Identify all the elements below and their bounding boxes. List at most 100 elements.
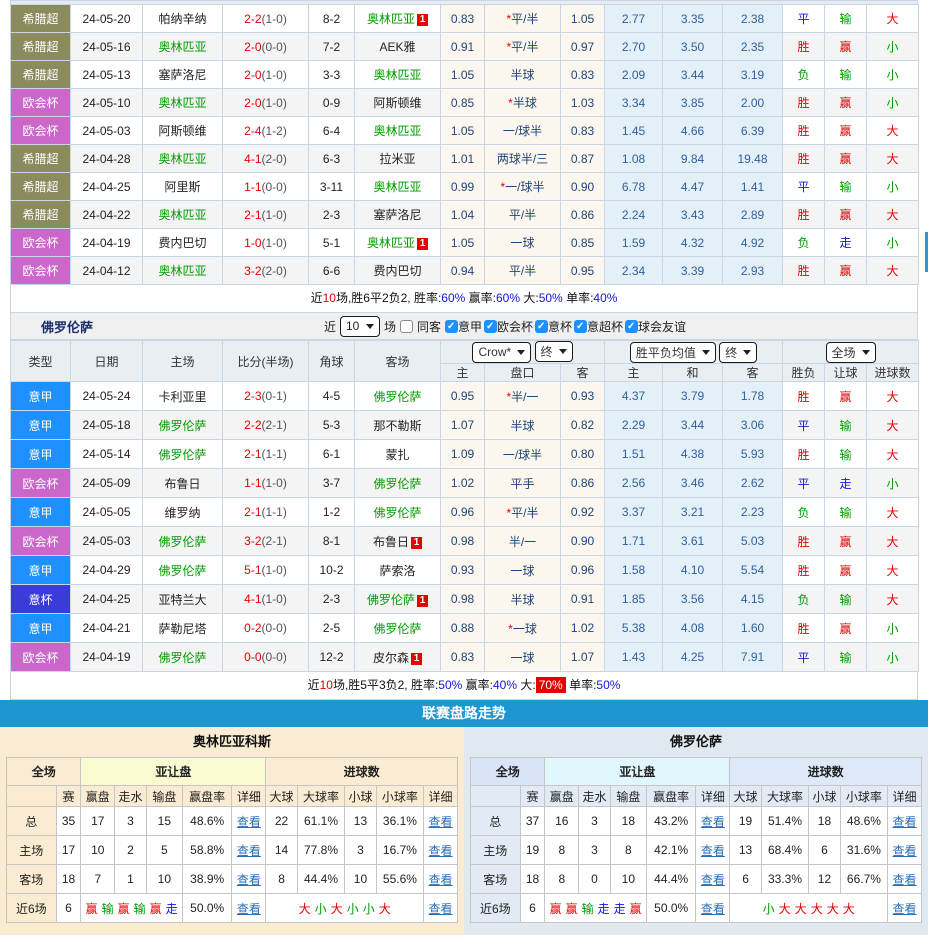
over-rate: 51.4% bbox=[760, 806, 810, 836]
team-name-link[interactable]: 阿斯顿维 bbox=[158, 124, 206, 138]
team-name-link[interactable]: 费内巴切 bbox=[158, 236, 206, 250]
team-name-link[interactable]: 奥林匹亚 bbox=[367, 12, 415, 26]
match-result-cell: 胜 bbox=[782, 381, 826, 411]
odds-time-select[interactable]: 终 bbox=[534, 341, 573, 363]
detail-cell: 查看 bbox=[423, 864, 458, 894]
team-name-link[interactable]: 皮尔森 bbox=[373, 651, 409, 665]
detail-link[interactable]: 查看 bbox=[893, 902, 917, 916]
team-name-link[interactable]: 奥林匹亚 bbox=[367, 236, 415, 250]
team-name-link[interactable]: 奥林匹亚 bbox=[373, 124, 421, 138]
team-name-link[interactable]: 布鲁日 bbox=[373, 535, 409, 549]
detail-link[interactable]: 查看 bbox=[893, 815, 917, 829]
league-badge[interactable]: 欧会杯 bbox=[10, 526, 71, 556]
league-badge[interactable]: 欧会杯 bbox=[10, 642, 71, 672]
team-name-link[interactable]: 佛罗伦萨 bbox=[158, 535, 206, 549]
euro-draw-odds: 3.50 bbox=[662, 32, 723, 61]
half-score: (1-1) bbox=[261, 447, 287, 461]
scope-select[interactable]: 全场 bbox=[825, 341, 876, 363]
under-count: 18 bbox=[808, 806, 841, 836]
league-badge[interactable]: 希腊超 bbox=[10, 172, 71, 201]
detail-link[interactable]: 查看 bbox=[237, 815, 261, 829]
team-name-link[interactable]: 蒙扎 bbox=[385, 448, 409, 462]
team-name-link[interactable]: 塞萨洛尼 bbox=[373, 208, 421, 222]
league-badge[interactable]: 意甲 bbox=[10, 381, 71, 411]
league-checkbox[interactable] bbox=[535, 319, 549, 333]
league-badge[interactable]: 意杯 bbox=[10, 584, 71, 614]
league-badge[interactable]: 欧会杯 bbox=[10, 256, 71, 285]
league-badge[interactable]: 欧会杯 bbox=[10, 88, 71, 117]
detail-link[interactable]: 查看 bbox=[429, 873, 453, 887]
league-badge[interactable]: 意甲 bbox=[10, 497, 71, 527]
league-badge[interactable]: 希腊超 bbox=[10, 60, 71, 89]
league-badge[interactable]: 希腊超 bbox=[10, 32, 71, 61]
team-name-link[interactable]: 奥林匹亚 bbox=[158, 264, 206, 278]
detail-link[interactable]: 查看 bbox=[701, 873, 725, 887]
team-name-link[interactable]: 奥林匹亚 bbox=[158, 152, 206, 166]
league-badge[interactable]: 意甲 bbox=[10, 613, 71, 643]
league-badge[interactable]: 意甲 bbox=[10, 555, 71, 585]
league-checkbox[interactable] bbox=[484, 319, 497, 333]
team-name-link[interactable]: 塞萨洛尼 bbox=[158, 68, 206, 82]
detail-link[interactable]: 查看 bbox=[701, 902, 725, 916]
detail-link[interactable]: 查看 bbox=[237, 844, 261, 858]
team-name-link[interactable]: 奥林匹亚 bbox=[158, 40, 206, 54]
chevron-down-icon bbox=[701, 349, 710, 355]
league-badge[interactable]: 欧会杯 bbox=[10, 468, 71, 498]
team-name-link[interactable]: 帕纳辛纳 bbox=[158, 12, 206, 26]
team-name-link[interactable]: 那不勒斯 bbox=[373, 419, 421, 433]
league-badge[interactable]: 欧会杯 bbox=[10, 228, 71, 257]
trend-row-label: 近6场 bbox=[6, 893, 57, 923]
european-time-select[interactable]: 终 bbox=[719, 341, 758, 363]
team-name-link[interactable]: 佛罗伦萨 bbox=[373, 390, 421, 404]
team-name-link[interactable]: 萨索洛 bbox=[379, 564, 415, 578]
detail-link[interactable]: 查看 bbox=[701, 844, 725, 858]
team-name-link[interactable]: 费内巴切 bbox=[373, 264, 421, 278]
league-badge[interactable]: 希腊超 bbox=[10, 144, 71, 173]
team-name-link[interactable]: 亚特兰大 bbox=[158, 593, 206, 607]
team-name-link[interactable]: 佛罗伦萨 bbox=[158, 419, 206, 433]
team-name-link[interactable]: 佛罗伦萨 bbox=[373, 477, 421, 491]
team-name-link[interactable]: 奥林匹亚 bbox=[158, 208, 206, 222]
detail-link[interactable]: 查看 bbox=[429, 815, 453, 829]
league-checkbox[interactable] bbox=[444, 319, 458, 333]
league-badge[interactable]: 意甲 bbox=[10, 439, 71, 469]
league-badge[interactable]: 希腊超 bbox=[10, 4, 71, 33]
team-name-link[interactable]: 奥林匹亚 bbox=[373, 68, 421, 82]
team-name-link[interactable]: 维罗纳 bbox=[164, 506, 200, 520]
bookmaker-select[interactable]: Crow* bbox=[472, 341, 532, 363]
league-badge[interactable]: 希腊超 bbox=[10, 200, 71, 229]
team-name-link[interactable]: 奥林匹亚 bbox=[373, 180, 421, 194]
european-average-select[interactable]: 胜平负均值 bbox=[629, 341, 716, 363]
detail-link[interactable]: 查看 bbox=[237, 902, 261, 916]
team-name-link[interactable]: 阿里斯 bbox=[164, 180, 200, 194]
detail-link[interactable]: 查看 bbox=[429, 844, 453, 858]
asia-away-odds: 0.83 bbox=[560, 116, 605, 145]
team-name-link[interactable]: 佛罗伦萨 bbox=[158, 651, 206, 665]
detail-link[interactable]: 查看 bbox=[893, 873, 917, 887]
detail-link[interactable]: 查看 bbox=[893, 844, 917, 858]
detail-link[interactable]: 查看 bbox=[701, 815, 725, 829]
euro-away-odds: 1.41 bbox=[722, 172, 783, 201]
detail-link[interactable]: 查看 bbox=[237, 873, 261, 887]
team-name-link[interactable]: 佛罗伦萨 bbox=[158, 564, 206, 578]
recent-count-select[interactable]: 10 bbox=[339, 315, 380, 337]
league-checkbox[interactable] bbox=[574, 319, 588, 333]
team-name-link[interactable]: 佛罗伦萨 bbox=[158, 448, 206, 462]
league-badge[interactable]: 欧会杯 bbox=[10, 116, 71, 145]
league-badge[interactable]: 意甲 bbox=[10, 410, 71, 440]
detail-link[interactable]: 查看 bbox=[429, 902, 453, 916]
team-name-link[interactable]: 拉米亚 bbox=[379, 152, 415, 166]
team-name-link[interactable]: 卡利亚里 bbox=[158, 390, 206, 404]
team-name-link[interactable]: 萨勒尼塔 bbox=[158, 622, 206, 636]
team-name-link[interactable]: 佛罗伦萨 bbox=[373, 622, 421, 636]
league-checkbox[interactable] bbox=[625, 319, 639, 333]
handicap-cell: 一/球半 bbox=[484, 116, 561, 145]
summary-segment: 50% bbox=[596, 678, 621, 692]
team-name-link[interactable]: 奥林匹亚 bbox=[158, 96, 206, 110]
team-name-link[interactable]: 佛罗伦萨 bbox=[367, 593, 415, 607]
team-name-link[interactable]: AEK雅 bbox=[379, 40, 415, 54]
team-name-link[interactable]: 阿斯顿维 bbox=[373, 96, 421, 110]
team-name-link[interactable]: 布鲁日 bbox=[164, 477, 200, 491]
team-name-link[interactable]: 佛罗伦萨 bbox=[373, 506, 421, 520]
same-opponent-checkbox[interactable] bbox=[399, 319, 413, 333]
